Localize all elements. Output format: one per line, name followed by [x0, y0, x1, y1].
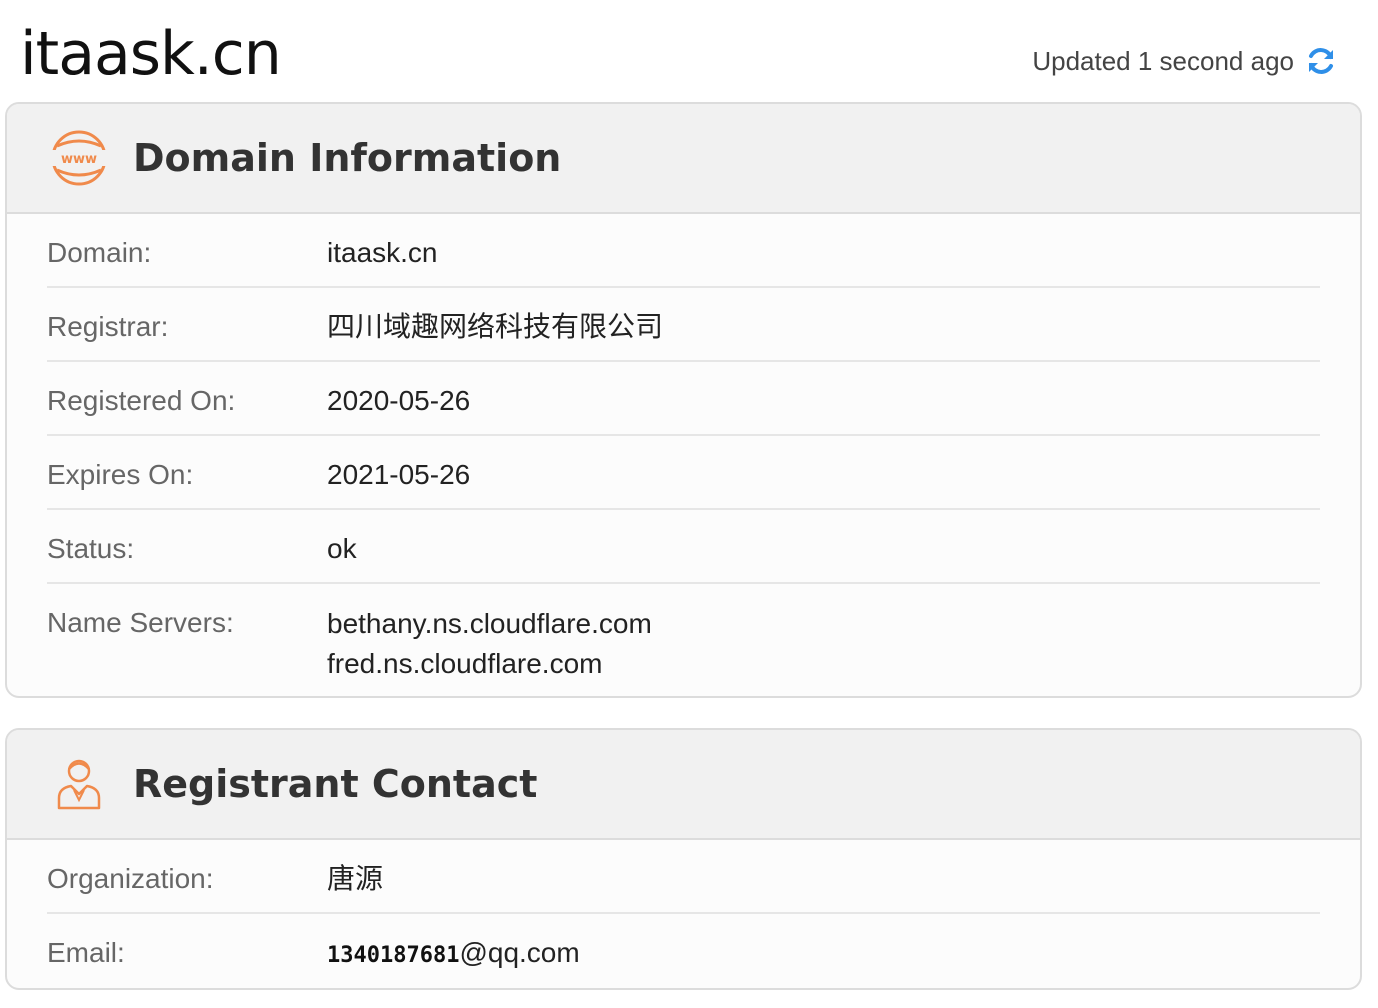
row-label: Registered On: [47, 385, 236, 416]
row-label: Organization: [47, 863, 214, 894]
domain-information-card: www Domain Information Domain: itaask.cn… [5, 102, 1362, 698]
refresh-icon[interactable] [1304, 44, 1338, 78]
info-row-registrar: Registrar: 四川域趣网络科技有限公司 [47, 288, 1320, 362]
name-server: fred.ns.cloudflare.com [327, 648, 603, 679]
contact-row-organization: Organization: 唐源 [47, 840, 1320, 914]
row-label: Registrar: [47, 311, 169, 342]
domain-information-header: www Domain Information [7, 104, 1360, 214]
registrant-contact-rows: Organization: 唐源 Email: 1340187681@qq.co… [7, 840, 1360, 988]
row-value: 唐源 [327, 863, 384, 894]
row-value: 四川域趣网络科技有限公司 [327, 311, 664, 342]
info-row-status: Status: ok [47, 510, 1320, 584]
email-suffix: @qq.com [459, 937, 580, 968]
info-row-expires-on: Expires On: 2021-05-26 [47, 436, 1320, 510]
registrant-contact-header: Registrant Contact [7, 730, 1360, 840]
name-servers-list: bethany.ns.cloudflare.com fred.ns.cloudf… [327, 584, 652, 692]
updated-status: Updated 1 second ago [1032, 44, 1338, 78]
info-row-name-servers: Name Servers: bethany.ns.cloudflare.com … [47, 584, 1320, 692]
row-value: itaask.cn [327, 237, 438, 268]
info-row-domain: Domain: itaask.cn [47, 214, 1320, 288]
row-label: Email: [47, 937, 125, 968]
www-globe-icon: www [49, 128, 109, 188]
email-image-text: 1340187681 [327, 943, 460, 968]
registrant-contact-title: Registrant Contact [133, 762, 538, 806]
domain-information-title: Domain Information [133, 136, 562, 180]
row-value: 2021-05-26 [327, 459, 471, 490]
row-label: Domain: [47, 237, 152, 268]
row-label: Expires On: [47, 459, 194, 490]
info-row-registered-on: Registered On: 2020-05-26 [47, 362, 1320, 436]
domain-information-rows: Domain: itaask.cn Registrar: 四川域趣网络科技有限公… [7, 214, 1360, 692]
registrant-contact-card: Registrant Contact Organization: 唐源 Emai… [5, 728, 1362, 990]
row-label: Name Servers: [47, 607, 234, 638]
row-label: Status: [47, 533, 135, 564]
name-server: bethany.ns.cloudflare.com [327, 608, 652, 639]
svg-text:www: www [61, 152, 97, 167]
updated-text: Updated 1 second ago [1032, 45, 1294, 76]
row-value: ok [327, 533, 357, 564]
row-value: 2020-05-26 [327, 385, 471, 416]
page-title: itaask.cn [20, 19, 282, 89]
person-icon [49, 754, 109, 814]
email-value: 1340187681@qq.com [327, 914, 580, 975]
contact-row-email: Email: 1340187681@qq.com [47, 914, 1320, 988]
